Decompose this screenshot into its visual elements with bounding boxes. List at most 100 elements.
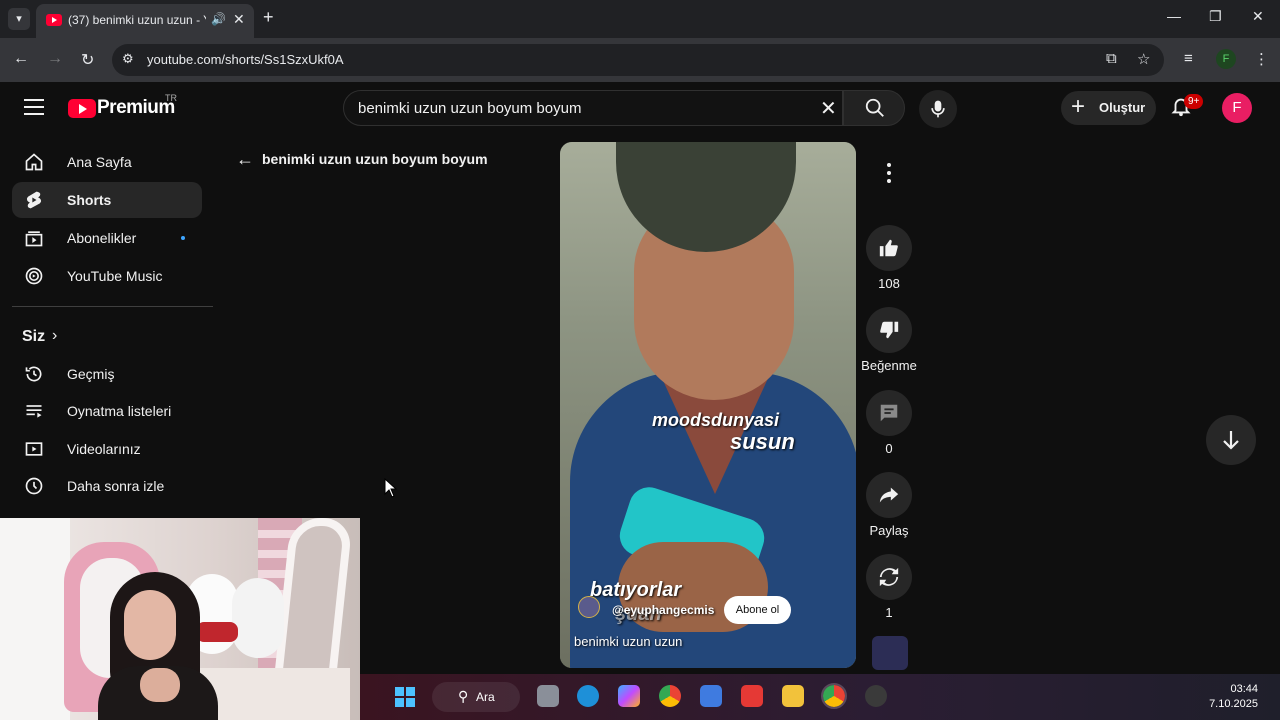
windows-start-icon[interactable] — [395, 687, 415, 707]
subscribe-button[interactable]: Abone ol — [724, 596, 791, 624]
task-view-icon[interactable] — [537, 685, 559, 707]
youtube-favicon-icon — [46, 14, 62, 26]
site-info-icon[interactable]: ⚙ — [122, 51, 134, 67]
reload-icon[interactable]: ↻ — [81, 50, 94, 70]
you-section-heading[interactable]: Siz — [22, 328, 45, 346]
arrow-down-icon — [1223, 431, 1239, 450]
like-action[interactable]: 108 — [866, 225, 912, 291]
browser-toolbar: ← → ↻ ⚙ youtube.com/shorts/Ss1SzxUkf0A ⧉… — [0, 38, 1280, 82]
home-icon — [25, 153, 43, 171]
sidebar-item-shorts[interactable]: Shorts — [12, 182, 202, 218]
search-button[interactable] — [843, 90, 905, 126]
share-button[interactable] — [866, 472, 912, 518]
sidebar-item-watch-later[interactable]: Daha sonra izle — [12, 468, 202, 504]
mouse-cursor-icon — [384, 478, 398, 498]
video-overlay-text: susun — [730, 429, 795, 454]
remix-action[interactable]: 1 — [866, 554, 912, 620]
channel-handle[interactable]: @eyuphangecmis — [612, 603, 714, 617]
comments-button[interactable] — [866, 390, 912, 436]
sidebar-item-history[interactable]: Geçmiş — [12, 356, 202, 392]
sidebar-item-your-videos[interactable]: Videolarınız — [12, 431, 202, 467]
chrome-icon[interactable] — [659, 685, 681, 707]
menu-icon[interactable] — [24, 99, 44, 120]
bookmark-star-icon[interactable]: ☆ — [1137, 50, 1150, 68]
sidebar-item-label: Abonelikler — [67, 230, 137, 246]
restore-icon[interactable]: ❐ — [1209, 8, 1222, 25]
tab-title: (37) benimki uzun uzun - YouTube — [68, 13, 206, 27]
arrow-left-icon[interactable]: ← — [236, 149, 254, 170]
browser-tab[interactable]: (37) benimki uzun uzun - YouTube 🔊 ✕ — [36, 4, 254, 38]
dislike-button[interactable] — [866, 307, 912, 353]
youtube-music-icon — [25, 267, 43, 285]
taskbar-date[interactable]: 7.10.2025 — [1198, 698, 1258, 710]
sidebar-item-home[interactable]: Ana Sayfa — [12, 144, 202, 180]
edge-icon[interactable] — [577, 685, 599, 707]
browser-menu-icon[interactable]: ⋮ — [1254, 50, 1269, 68]
forward-icon[interactable]: → — [47, 50, 63, 68]
share-action[interactable]: Paylaş — [866, 472, 912, 538]
subscriptions-icon — [25, 231, 43, 247]
wps-office-icon[interactable] — [741, 685, 763, 707]
url-text[interactable]: youtube.com/shorts/Ss1SzxUkf0A — [147, 52, 344, 67]
install-app-icon[interactable]: ⧉ — [1106, 50, 1117, 67]
sidebar-divider — [12, 306, 213, 307]
like-count: 108 — [878, 276, 900, 291]
sidebar-item-label: Videolarınız — [67, 441, 141, 457]
more-dot — [887, 163, 891, 167]
remix-button[interactable] — [866, 554, 912, 600]
file-explorer-icon[interactable] — [782, 685, 804, 707]
search-icon — [865, 98, 884, 117]
obs-icon[interactable] — [865, 685, 887, 707]
channel-avatar[interactable] — [578, 596, 600, 618]
thumbs-up-icon — [879, 239, 898, 257]
sidebar-item-label: Oynatma listeleri — [67, 403, 172, 419]
video-overlay-text: moodsdunyasi — [652, 410, 780, 430]
watch-later-icon — [25, 477, 43, 495]
minimize-icon[interactable]: — — [1167, 8, 1181, 24]
speaker-icon[interactable]: 🔊 — [211, 12, 226, 26]
plus-icon: + — [1071, 93, 1086, 120]
more-dot — [887, 179, 891, 183]
chevron-right-icon[interactable]: › — [52, 327, 57, 345]
sidebar-item-youtube-music[interactable]: YouTube Music — [12, 258, 202, 294]
next-short-button[interactable] — [1206, 415, 1256, 465]
sidebar-item-label: Daha sonra izle — [67, 478, 165, 494]
create-button[interactable]: + Oluştur — [1061, 91, 1156, 125]
search-box[interactable]: ✕ — [343, 90, 843, 126]
comments-action[interactable]: 0 — [866, 390, 912, 456]
tab-search-button[interactable]: ▾ — [8, 8, 30, 30]
like-button[interactable] — [866, 225, 912, 271]
store-icon[interactable] — [700, 685, 722, 707]
voice-search-button[interactable] — [919, 90, 957, 128]
comment-count: 0 — [885, 441, 893, 456]
clear-search-icon[interactable]: ✕ — [820, 96, 837, 121]
search-input[interactable] — [358, 97, 808, 119]
back-icon[interactable]: ← — [13, 50, 29, 68]
sidebar-item-subscriptions[interactable]: Abonelikler — [12, 220, 202, 256]
sound-channel-thumbnail[interactable] — [872, 636, 908, 670]
taskbar-search[interactable]: ⚲ Ara — [432, 682, 520, 712]
shorts-video-player[interactable]: moodsdunyasi susun batıyorlar şuan @eyup… — [560, 142, 856, 668]
media-control-icon[interactable]: ≡ — [1184, 50, 1193, 67]
copilot-icon[interactable] — [618, 685, 640, 707]
history-icon — [25, 366, 42, 382]
webcam-teddy-bear — [232, 578, 284, 658]
browser-profile-avatar[interactable]: F — [1216, 49, 1236, 69]
address-bar[interactable]: ⚙ youtube.com/shorts/Ss1SzxUkf0A — [112, 44, 1164, 76]
tab-close-icon[interactable]: ✕ — [233, 11, 245, 28]
window-close-icon[interactable]: ✕ — [1252, 8, 1264, 25]
webcam-overlay — [0, 518, 360, 720]
dislike-action[interactable]: Beğenme — [861, 307, 917, 373]
thumbs-down-icon — [880, 321, 899, 339]
video-title[interactable]: benimki uzun uzun — [574, 634, 682, 649]
new-tab-button[interactable]: + — [263, 7, 274, 28]
chrome-active-icon[interactable] — [821, 683, 847, 709]
dislike-label: Beğenme — [861, 358, 917, 373]
account-avatar[interactable]: F — [1222, 93, 1252, 123]
share-label: Paylaş — [869, 523, 909, 538]
your-videos-icon — [25, 442, 43, 456]
more-options-button[interactable] — [866, 150, 912, 196]
sidebar-item-label: Geçmiş — [67, 366, 115, 382]
sidebar-item-playlists[interactable]: Oynatma listeleri — [12, 393, 202, 429]
taskbar-time[interactable]: 03:44 — [1210, 683, 1258, 695]
